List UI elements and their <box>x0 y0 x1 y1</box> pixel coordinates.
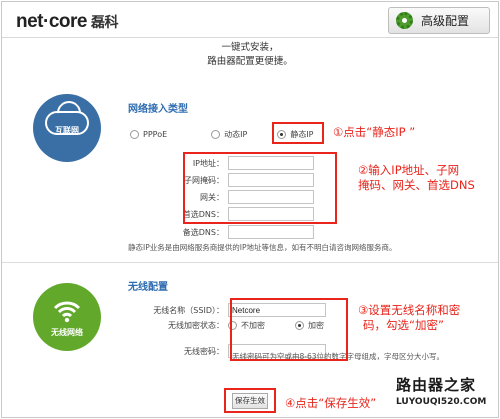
wifi-section-title: 无线配置 <box>128 282 168 293</box>
advanced-config-label: 高级配置 <box>421 14 470 28</box>
annotation-4: ④点击“保存生效” <box>285 396 377 410</box>
header: net·core 磊科 高级配置 <box>2 2 498 38</box>
radio-dynamic-ip-label: 动态IP <box>224 129 248 139</box>
secondary-dns-input[interactable] <box>228 225 314 239</box>
static-ip-note: 静态IP业务是由网络服务商提供的IP地址等信息，如有不明白请咨询网络服务商。 <box>128 243 397 252</box>
watermark-url: LUYOUQI520.COM <box>396 397 487 407</box>
wireless-network-icon: 无线网络 <box>33 283 101 351</box>
ssid-label: 无线名称（SSID）： <box>153 305 224 315</box>
tagline-line1: 一键式安装， <box>221 42 279 53</box>
internet-icon-label: 互联网 <box>55 126 79 135</box>
logo-text: net·core <box>16 11 87 32</box>
annotation-2-line1: ②输入IP地址、子网 <box>358 163 460 177</box>
annotation-box-save <box>224 388 276 413</box>
secondary-dns-row: 备选DNS： <box>128 225 314 239</box>
annotation-3-line1: ③设置无线名称和密 <box>358 303 461 317</box>
encryption-label: 无线加密状态： <box>168 321 224 330</box>
annotation-box-wifi <box>230 298 348 361</box>
section-divider <box>2 262 498 263</box>
wireless-icon-label: 无线网络 <box>51 328 83 337</box>
secondary-dns-label: 备选DNS： <box>182 227 224 237</box>
radio-dynamic-ip[interactable] <box>211 129 221 139</box>
logo-sub: 磊科 <box>90 14 119 30</box>
wifi-password-label: 无线密码： <box>184 346 224 356</box>
annotation-3-line2: 码，勾选“加密” <box>363 318 444 332</box>
radio-pppoe[interactable] <box>130 129 139 139</box>
tagline-line2: 路由器配置更便捷。 <box>207 56 293 67</box>
annotation-1: ①点击“静态IP ” <box>333 125 416 139</box>
internet-icon: 互联网 <box>33 94 101 162</box>
wan-section-title: 网络接入类型 <box>128 104 188 115</box>
annotation-2-line2: 掩码、网关、首选DNS <box>358 178 475 192</box>
annotation-box-static-ip <box>272 122 324 144</box>
gear-icon <box>396 12 413 29</box>
watermark-title: 路由器之家 <box>396 376 477 394</box>
wifi-icon <box>53 301 81 323</box>
annotation-box-ip-fields <box>183 152 337 224</box>
radio-pppoe-label: PPPoE <box>143 129 168 139</box>
netcore-logo: net·core 磊科 <box>16 11 118 33</box>
watermark: 路由器之家 LUYOUQI520.COM <box>396 374 498 418</box>
advanced-config-button[interactable]: 高级配置 <box>388 7 490 34</box>
